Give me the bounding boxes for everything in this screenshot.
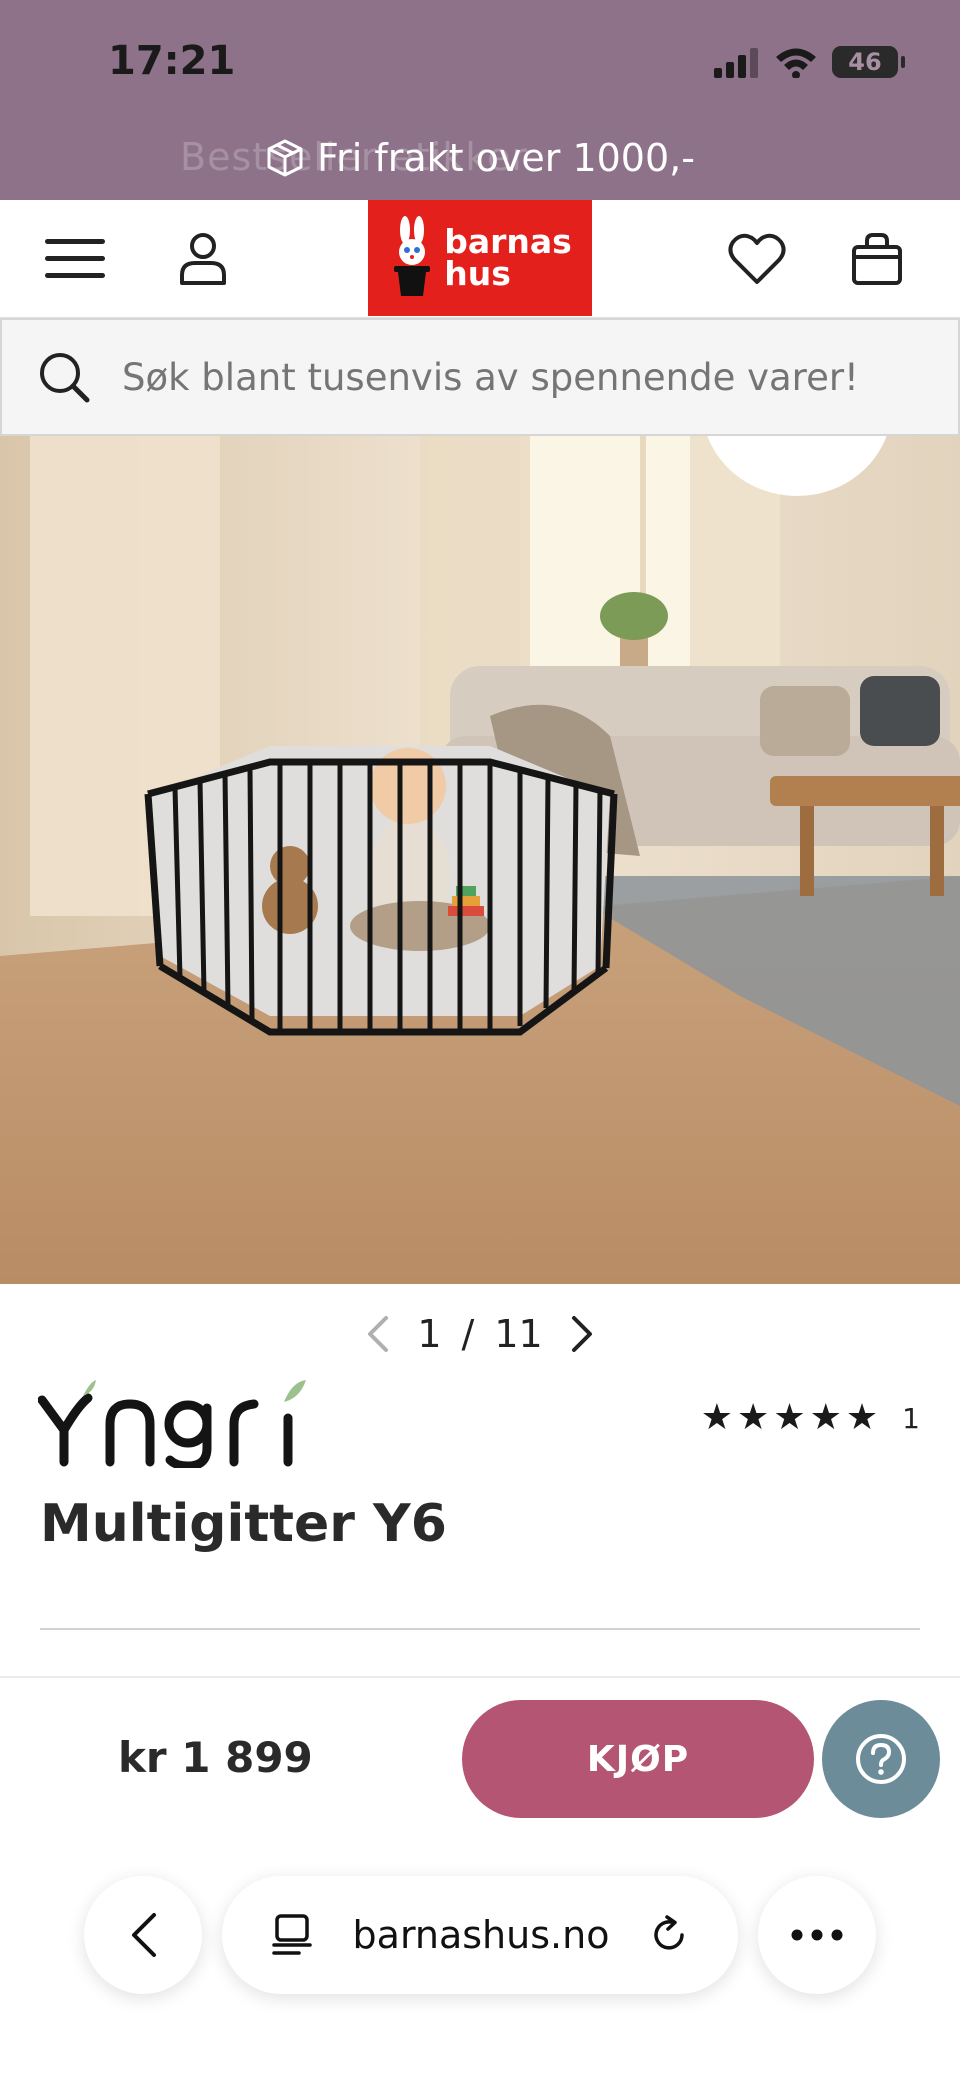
- user-icon: [180, 233, 226, 285]
- chevron-right-icon: [571, 1316, 592, 1352]
- pager-separator: /: [461, 1312, 475, 1356]
- site-logo[interactable]: barnas hus: [368, 200, 592, 316]
- chevron-left-icon: [132, 1913, 156, 1957]
- battery-indicator: 46: [832, 46, 905, 78]
- pager-current: 1: [417, 1312, 442, 1356]
- product-image[interactable]: [0, 436, 960, 1284]
- chevron-left-icon: [368, 1316, 389, 1352]
- reload-icon[interactable]: [649, 1914, 689, 1956]
- search-icon: [40, 353, 90, 403]
- more-icon: [791, 1929, 843, 1941]
- star-icon: ★: [737, 1397, 770, 1438]
- shopping-bag-icon: [852, 233, 902, 285]
- site-header: barnas hus: [0, 200, 960, 318]
- menu-button[interactable]: [40, 224, 110, 294]
- star-icon: ★: [809, 1397, 842, 1438]
- product-photo-illustration: [0, 436, 960, 1284]
- previous-image-button[interactable]: [357, 1309, 397, 1359]
- star-icon: ★: [700, 1397, 734, 1438]
- package-icon: [267, 139, 303, 177]
- page-menu-icon: [271, 1914, 312, 1955]
- product-rating[interactable]: ★ ★ ★ ★ ★ 1: [701, 1398, 920, 1438]
- top-band: 17:21 46 Bestseller etikker Fri frakt ov…: [0, 0, 960, 200]
- buy-bar-top-border: [0, 1676, 960, 1678]
- heart-icon: [728, 233, 786, 284]
- star-icon: ★: [773, 1397, 806, 1438]
- buy-button[interactable]: KJØP: [462, 1700, 814, 1818]
- wishlist-button[interactable]: [722, 224, 792, 294]
- account-button[interactable]: [168, 224, 238, 294]
- promo-banner[interactable]: Fri frakt over 1000,-: [0, 130, 960, 186]
- wifi-icon: [776, 48, 816, 78]
- rating-count: 1: [902, 1401, 920, 1435]
- status-bar: 17:21 46: [0, 38, 960, 94]
- browser-url: barnashus.no: [352, 1913, 610, 1957]
- logo-text-line2: hus: [444, 254, 511, 293]
- logo-wordmark: barnas hus: [444, 225, 572, 293]
- rabbit-hat-logo-icon: [394, 216, 431, 296]
- promo-text: Fri frakt over 1000,-: [317, 136, 695, 180]
- star-icon: ★: [845, 1397, 879, 1438]
- rating-stars: ★ ★ ★ ★ ★: [701, 1398, 878, 1438]
- browser-back-button[interactable]: [84, 1876, 202, 1994]
- product-title: Multigitter Y6: [40, 1494, 447, 1554]
- status-time: 17:21: [108, 38, 236, 84]
- help-button[interactable]: [822, 1700, 940, 1818]
- cart-button[interactable]: [842, 224, 912, 294]
- status-icons: 46: [712, 46, 905, 78]
- search-input[interactable]: [122, 355, 922, 399]
- next-image-button[interactable]: [563, 1309, 603, 1359]
- image-pager: 1 / 11: [0, 1306, 960, 1362]
- browser-more-button[interactable]: [758, 1876, 876, 1994]
- product-price: kr 1 899: [118, 1733, 313, 1782]
- search-bar[interactable]: [0, 318, 960, 436]
- divider: [40, 1628, 920, 1630]
- hamburger-menu-icon: [45, 239, 105, 278]
- pager-total: 11: [494, 1312, 543, 1356]
- question-mark-icon: [856, 1734, 906, 1784]
- brand-logo[interactable]: [37, 1378, 308, 1471]
- cellular-signal-icon: [714, 48, 758, 78]
- browser-address-bar[interactable]: barnashus.no: [222, 1876, 738, 1994]
- yngri-wordmark: [37, 1380, 306, 1471]
